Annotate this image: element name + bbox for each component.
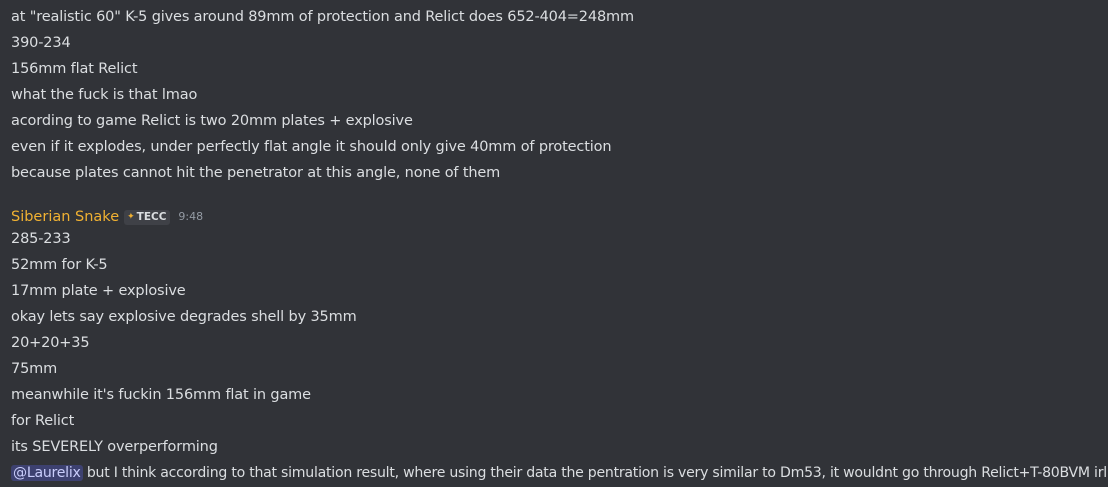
message-line: 156mm flat Relict — [11, 61, 138, 77]
message-line: 75mm — [11, 361, 58, 377]
message-line: at "realistic 60" K-5 gives around 89mm … — [11, 9, 634, 25]
message-line: okay lets say explosive degrades shell b… — [11, 309, 357, 325]
message-text: but I think according to that simulation… — [82, 465, 1107, 481]
user-mention[interactable]: @Laurelix — [11, 465, 83, 481]
message-line: 285-233 — [11, 231, 71, 247]
message-line: meanwhile it's fuckin 156mm flat in game — [11, 387, 311, 403]
message-line: because plates cannot hit the penetrator… — [11, 165, 501, 181]
message-line: 52mm for K-5 — [11, 257, 108, 273]
server-tag-label: TECC — [136, 210, 167, 223]
server-tag-badge[interactable]: ✦ TECC — [124, 209, 171, 225]
star-icon: ✦ — [127, 211, 135, 222]
message-line: its SEVERELY overperforming — [11, 439, 218, 455]
message-line: 20+20+35 — [11, 335, 90, 351]
message-line: 17mm plate + explosive — [11, 283, 186, 299]
message-line: 390-234 — [11, 35, 71, 51]
message-line: even if it explodes, under perfectly fla… — [11, 139, 612, 155]
message-line: what the fuck is that lmao — [11, 87, 198, 103]
message-line: for Relict — [11, 413, 75, 429]
message-line: @Laurelix but I think according to that … — [11, 460, 1107, 486]
message-timestamp[interactable]: 9:48 — [178, 205, 203, 229]
message-line: acording to game Relict is two 20mm plat… — [11, 113, 413, 129]
